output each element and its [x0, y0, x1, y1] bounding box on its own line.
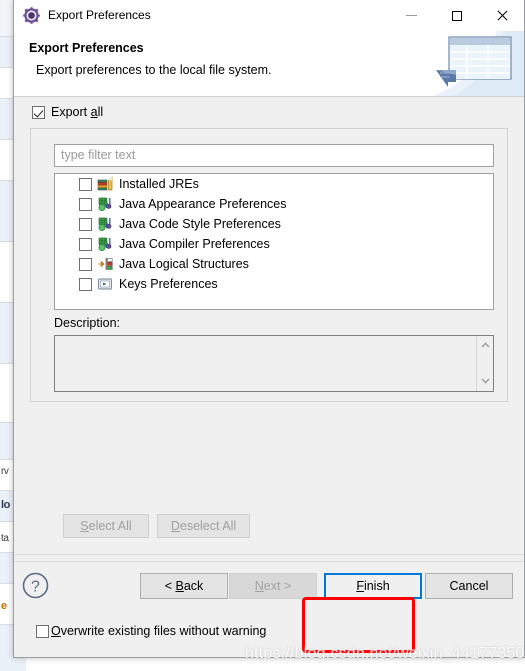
preferences-group: type filter text Installed JREs Java App… — [30, 128, 508, 402]
tree-item-checkbox[interactable] — [79, 237, 92, 251]
back-label: < Back — [164, 579, 204, 593]
dialog-footer: ? < Back Next > Finish Cancel — [14, 561, 524, 609]
tree-item-checkbox[interactable] — [79, 277, 92, 291]
help-question-icon[interactable]: ? — [21, 571, 50, 600]
separator — [14, 554, 524, 555]
filter-input[interactable]: type filter text — [54, 144, 494, 167]
chevron-up-icon[interactable] — [481, 342, 490, 348]
list-item[interactable]: Java Logical Structures — [55, 254, 493, 274]
description-textarea[interactable] — [54, 335, 494, 392]
jre-books-icon — [97, 176, 114, 192]
tree-item-label: Java Compiler Preferences — [119, 237, 270, 251]
tree-item-checkbox[interactable] — [79, 177, 92, 191]
deselect-all-button[interactable]: Deselect All — [157, 514, 250, 538]
list-item[interactable]: Keys Preferences — [55, 274, 493, 294]
select-all-label: Select All — [80, 519, 132, 533]
dialog-body: Export all type filter text Installed JR… — [14, 97, 524, 638]
select-all-button[interactable]: Select All — [63, 514, 149, 538]
finish-label: Finish — [356, 579, 390, 593]
export-all-label: Export all — [51, 105, 104, 119]
preferences-tree[interactable]: Installed JREs Java Appearance Preferenc… — [54, 173, 494, 310]
deselect-all-label: Deselect All — [170, 519, 237, 533]
screenshot-root: rv lo ta e Export Preferences Export Pre… — [0, 0, 525, 671]
overwrite-checkbox[interactable] — [36, 624, 49, 638]
close-icon — [496, 10, 508, 22]
tree-item-checkbox[interactable] — [79, 257, 92, 271]
banner-subtitle: Export preferences to the local file sys… — [36, 63, 272, 77]
finish-button[interactable]: Finish — [324, 573, 422, 599]
overwrite-checkbox-row[interactable]: Overwrite existing files without warning — [36, 624, 266, 638]
banner-title: Export Preferences — [29, 41, 144, 55]
cancel-label: Cancel — [449, 579, 489, 593]
list-item[interactable]: Installed JREs — [55, 174, 493, 194]
next-label: Next > — [254, 579, 292, 593]
export-all-checkbox[interactable] — [32, 105, 45, 119]
chevron-down-icon[interactable] — [481, 378, 490, 384]
tree-item-label: Java Code Style Preferences — [119, 217, 281, 231]
java-prefs-icon — [97, 236, 114, 252]
tree-item-checkbox[interactable] — [79, 217, 92, 231]
export-all-checkbox-row[interactable]: Export all — [32, 105, 103, 119]
title-bar[interactable]: Export Preferences — [14, 0, 524, 31]
list-item[interactable]: Java Compiler Preferences — [55, 234, 493, 254]
minimize-icon — [406, 15, 417, 16]
list-item[interactable]: Java Code Style Preferences — [55, 214, 493, 234]
overwrite-label: Overwrite existing files without warning — [51, 624, 267, 638]
java-prefs-icon — [97, 196, 114, 212]
tree-item-checkbox[interactable] — [79, 197, 92, 211]
close-button[interactable] — [479, 0, 524, 31]
next-button: Next > — [229, 573, 317, 599]
maximize-icon — [451, 10, 462, 21]
eclipse-preferences-icon — [23, 6, 40, 24]
cancel-button[interactable]: Cancel — [425, 573, 513, 599]
tree-item-label: Keys Preferences — [119, 277, 218, 291]
description-label: Description: — [54, 316, 120, 330]
list-item[interactable]: Java Appearance Preferences — [55, 194, 493, 214]
dialog-banner: Export Preferences Export preferences to… — [14, 31, 524, 97]
keys-prefs-icon — [97, 276, 114, 292]
java-prefs-icon — [97, 216, 114, 232]
logical-structures-icon — [97, 256, 114, 272]
export-preferences-dialog: Export Preferences Export Preferences Ex… — [13, 0, 525, 658]
description-scrollbar[interactable] — [476, 336, 493, 391]
tree-item-label: Java Appearance Preferences — [119, 197, 287, 211]
tree-item-label: Installed JREs — [119, 177, 199, 191]
minimize-button[interactable] — [389, 0, 434, 31]
maximize-button[interactable] — [434, 0, 479, 31]
export-all-accel: a — [90, 105, 98, 119]
back-button[interactable]: < Back — [140, 573, 228, 599]
tree-item-label: Java Logical Structures — [119, 257, 249, 271]
window-controls — [389, 0, 524, 31]
export-table-arrow-icon — [420, 31, 524, 96]
svg-text:?: ? — [31, 579, 40, 596]
window-title: Export Preferences — [48, 8, 151, 22]
